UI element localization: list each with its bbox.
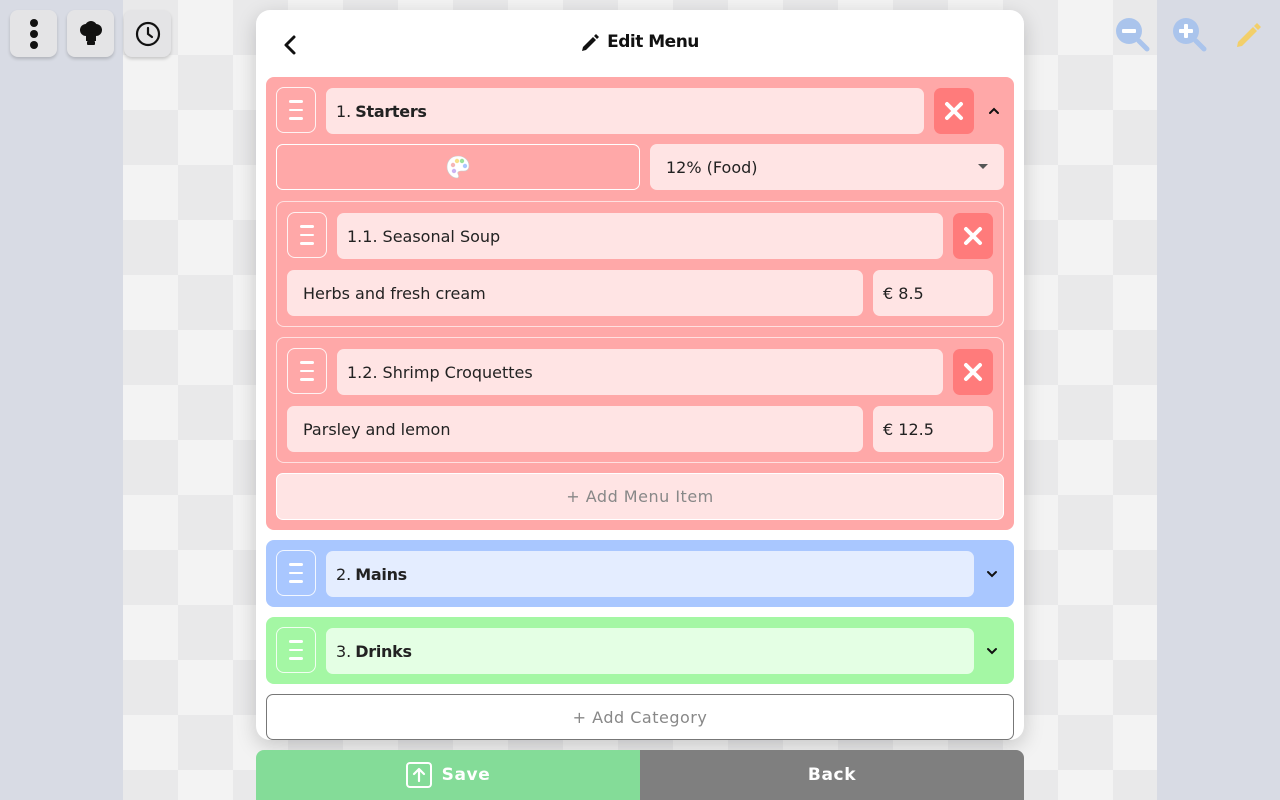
- palette-icon: [446, 155, 470, 179]
- chevron-down-icon: [987, 571, 997, 578]
- category-name-field[interactable]: 2. Mains: [326, 551, 974, 597]
- category-name-field[interactable]: 1. Starters: [326, 88, 924, 134]
- zoom-out-icon: [1116, 18, 1150, 52]
- delete-item-button[interactable]: [953, 213, 993, 259]
- category-drag-handle[interactable]: [276, 87, 316, 133]
- vat-rate-select[interactable]: 12% (Food): [650, 144, 1004, 190]
- back-button[interactable]: Back: [640, 750, 1024, 800]
- delete-category-button[interactable]: [934, 88, 974, 134]
- clock-icon: [135, 21, 160, 46]
- menu-item-card: 1.2. Shrimp Croquettes Parsley and lemon…: [276, 337, 1004, 463]
- item-description-field[interactable]: Parsley and lemon: [287, 406, 863, 452]
- history-button[interactable]: [124, 10, 171, 57]
- dialog-title: Edit Menu: [256, 32, 1024, 52]
- menu-item-card: 1.1. Seasonal Soup Herbs and fresh cream…: [276, 201, 1004, 327]
- close-icon: [964, 227, 982, 245]
- expand-category-toggle[interactable]: [982, 564, 1002, 584]
- chevron-down-icon: [987, 648, 997, 655]
- collapse-category-toggle[interactable]: [984, 101, 1004, 121]
- add-menu-item-button[interactable]: + Add Menu Item: [276, 473, 1004, 520]
- item-price-field[interactable]: € 12.5: [873, 406, 993, 452]
- upload-icon: [405, 762, 432, 788]
- pencil-icon: [582, 34, 600, 51]
- delete-item-button[interactable]: [953, 349, 993, 395]
- more-vertical-icon: [29, 18, 38, 49]
- save-button[interactable]: Save: [256, 750, 640, 800]
- edit-menu-dialog: Edit Menu 1. Starters 12% (Food) 1.1. Se…: [256, 10, 1024, 740]
- zoom-in-icon: [1173, 18, 1207, 52]
- more-options-button[interactable]: [10, 10, 57, 57]
- category-drag-handle[interactable]: [276, 627, 316, 673]
- category-mains: 2. Mains: [266, 540, 1014, 607]
- category-drinks: 3. Drinks: [266, 617, 1014, 684]
- kitchen-button[interactable]: [67, 10, 114, 57]
- caret-down-icon: [978, 164, 988, 169]
- item-description-field[interactable]: Herbs and fresh cream: [287, 270, 863, 316]
- chevron-up-icon: [989, 107, 999, 114]
- category-name-field[interactable]: 3. Drinks: [326, 628, 974, 674]
- color-picker-button[interactable]: [276, 144, 640, 190]
- zoom-out-button[interactable]: [1112, 14, 1152, 54]
- item-name-field[interactable]: 1.2. Shrimp Croquettes: [337, 349, 943, 395]
- item-price-field[interactable]: € 8.5: [873, 270, 993, 316]
- expand-category-toggle[interactable]: [982, 641, 1002, 661]
- zoom-in-button[interactable]: [1169, 14, 1209, 54]
- close-icon: [964, 363, 982, 381]
- item-drag-handle[interactable]: [287, 348, 327, 394]
- edit-mode-button[interactable]: [1228, 14, 1268, 54]
- pencil-icon: [1237, 23, 1261, 47]
- chef-hat-icon: [79, 20, 102, 45]
- item-drag-handle[interactable]: [287, 212, 327, 258]
- save-button-label: Save: [441, 765, 491, 785]
- item-name-field[interactable]: 1.1. Seasonal Soup: [337, 213, 943, 259]
- add-category-button[interactable]: + Add Category: [266, 694, 1014, 740]
- back-button-label: Back: [807, 765, 857, 785]
- category-drag-handle[interactable]: [276, 550, 316, 596]
- dialog-header: Edit Menu: [256, 10, 1024, 78]
- category-starters: 1. Starters 12% (Food) 1.1. Seasonal Sou…: [266, 77, 1014, 530]
- close-icon: [945, 102, 963, 120]
- dialog-title-text: Edit Menu: [607, 32, 699, 52]
